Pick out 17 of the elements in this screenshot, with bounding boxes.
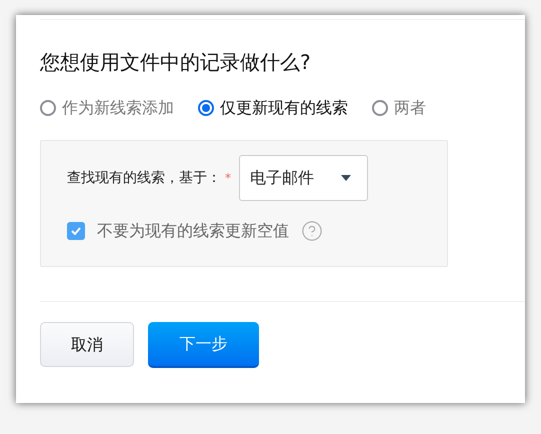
field-label: 查找现有的线索，基于： [67,168,221,188]
next-button[interactable]: 下一步 [148,322,259,368]
dialog-title: 您想使用文件中的记录做什么? [40,49,311,76]
checkmark-icon [71,227,81,235]
caret-icon [341,175,351,181]
cancel-button[interactable]: 取消 [40,322,134,367]
radio-icon [372,100,388,116]
radio-option[interactable]: 仅更新现有的线索 [198,96,348,120]
help-icon[interactable] [301,220,323,242]
checkbox-label[interactable]: 不要为现有的线索更新空值 [97,219,289,243]
radio-icon [40,100,56,116]
dropdown-select[interactable]: 电子邮件 [239,155,368,201]
radio-option[interactable]: 作为新线索添加 [40,96,174,120]
required-mark: * [225,170,231,187]
checkbox[interactable] [67,222,85,240]
radio-icon [198,100,214,116]
radio-option[interactable]: 两者 [372,96,426,120]
